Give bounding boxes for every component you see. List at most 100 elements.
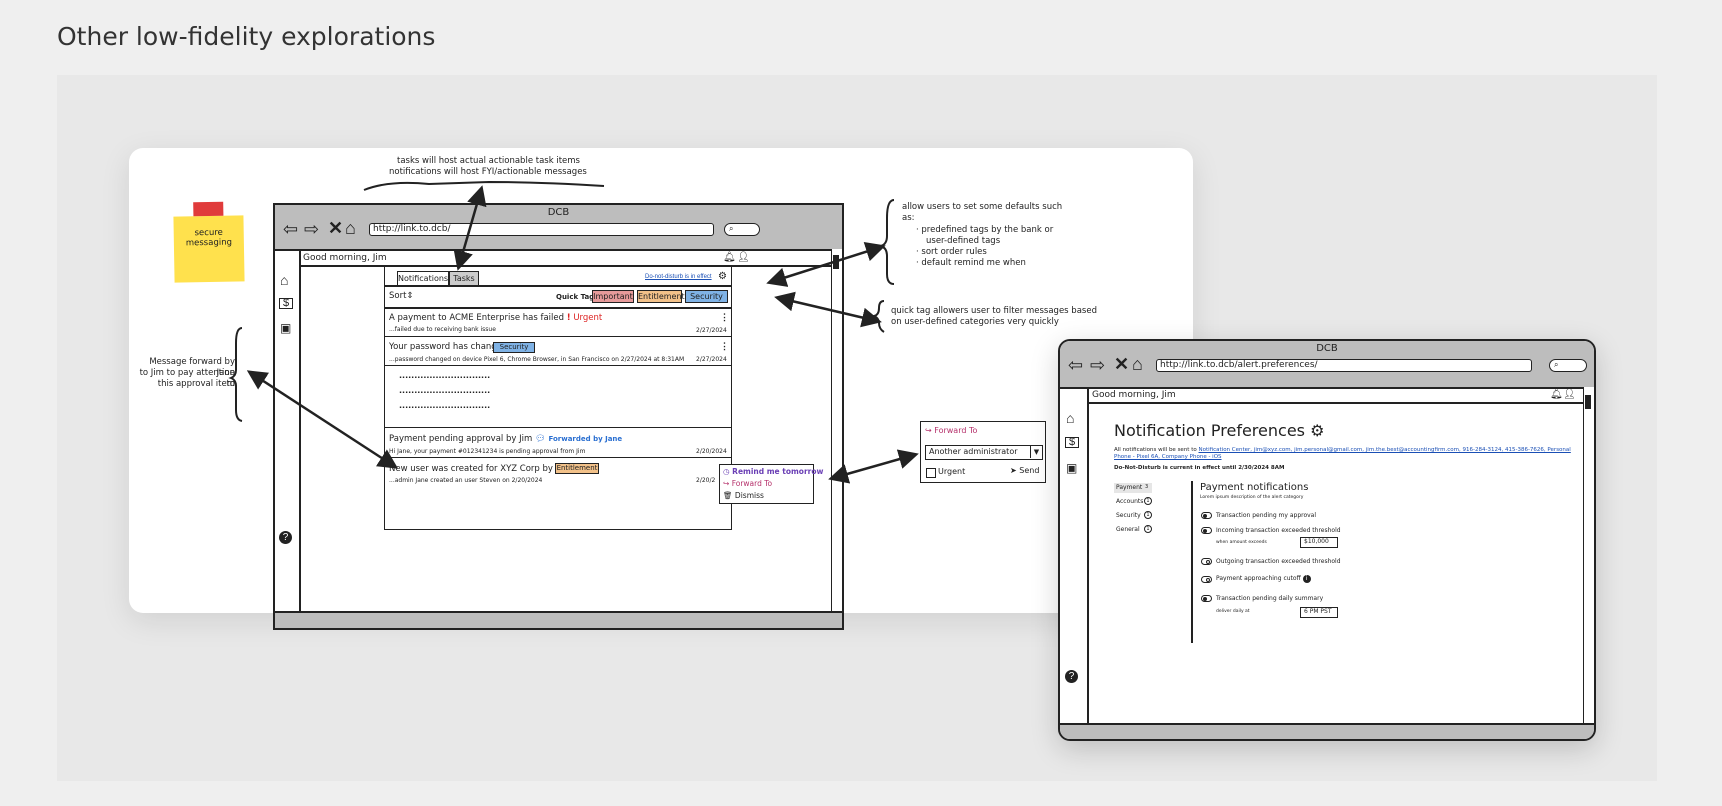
annotation-defaults-item: user-defined tags bbox=[926, 236, 1000, 247]
category-item-accounts[interactable]: Accounts 1 bbox=[1114, 497, 1152, 507]
gear-icon[interactable]: ⚙ bbox=[1310, 421, 1324, 440]
close-x-icon[interactable]: ✕ bbox=[328, 219, 343, 237]
category-count: 1 bbox=[1144, 497, 1152, 505]
more-options-icon[interactable]: ⋮ bbox=[720, 341, 729, 352]
setting-label-text: Payment approaching cutoff bbox=[1216, 575, 1301, 582]
search-field[interactable]: ⌕ bbox=[1549, 359, 1587, 372]
quick-tag-security[interactable]: Security bbox=[685, 290, 728, 303]
help-icon[interactable]: ? bbox=[1065, 670, 1078, 683]
delivery-time-input[interactable]: 6 PM PST bbox=[1300, 607, 1338, 618]
forward-arrow-icon[interactable]: ⇨ bbox=[1090, 356, 1105, 374]
setting-label: Payment approaching cutoff i bbox=[1216, 575, 1311, 583]
placeholder-dots: .............................. bbox=[399, 371, 491, 380]
toggle-pending-approval[interactable] bbox=[1201, 512, 1212, 519]
window-title: DCB bbox=[547, 207, 570, 218]
message-snippet: ...admin Jane created an user Steven on … bbox=[389, 477, 543, 484]
money-icon[interactable]: $ bbox=[1065, 437, 1079, 448]
message-title-text: New user was created for XYZ Corp by Jan… bbox=[389, 464, 574, 474]
category-label: Payment bbox=[1116, 484, 1143, 491]
setting-label: Transaction pending daily summary bbox=[1216, 595, 1324, 602]
send-button-label: Send bbox=[1019, 466, 1040, 475]
category-item-general[interactable]: General 1 bbox=[1114, 525, 1152, 535]
menu-item-forward-label: Forward To bbox=[731, 479, 773, 488]
setting-label: Transaction pending my approval bbox=[1216, 512, 1317, 519]
money-icon[interactable]: $ bbox=[279, 298, 293, 309]
sort-control[interactable]: Sort⇕ bbox=[389, 291, 414, 301]
annotation-defaults-1: allow users to set some defaults such bbox=[902, 202, 1063, 212]
send-button[interactable]: ➤ Send bbox=[1010, 466, 1039, 475]
toggle-cutoff[interactable] bbox=[1201, 576, 1212, 583]
user-icon[interactable]: 👤︎ bbox=[737, 252, 750, 263]
message-item[interactable]: New user was created for XYZ Corp by Jan… bbox=[385, 458, 730, 485]
url-bar[interactable]: http://link.to.dcb/ bbox=[369, 223, 714, 236]
forward-popup-title-text: Forward To bbox=[934, 426, 978, 435]
annotation-forward-3: this approval item bbox=[157, 379, 235, 389]
category-item-payment[interactable]: Payment 3 bbox=[1114, 483, 1152, 493]
back-arrow-icon[interactable]: ⇦ bbox=[283, 220, 298, 238]
send-icon: ➤ bbox=[1010, 466, 1017, 475]
user-icon[interactable]: 👤︎ bbox=[1563, 389, 1576, 400]
delivery-time-label: deliver daily at bbox=[1216, 609, 1250, 614]
sticky-note: secure messaging bbox=[173, 201, 245, 283]
menu-item-dismiss[interactable]: 🗑︎ Dismiss bbox=[723, 491, 764, 500]
browser-window-messaging: DCB ⇦ ⇨ ✕ ⌂ http://link.to.dcb/ ⌕ ⌂ $ ▣ … bbox=[273, 203, 844, 630]
home-outline-icon[interactable]: ⌂ bbox=[345, 219, 356, 237]
close-x-icon[interactable]: ✕ bbox=[1114, 355, 1129, 373]
scroll-thumb[interactable] bbox=[1585, 395, 1591, 409]
tab-notifications[interactable]: Notifications bbox=[397, 271, 449, 286]
scrollbar[interactable] bbox=[831, 249, 842, 611]
message-snippet: ...password changed on device Pixel 6, C… bbox=[389, 356, 685, 363]
gear-icon[interactable]: ⚙ bbox=[718, 271, 727, 282]
category-item-security[interactable]: Security 1 bbox=[1114, 511, 1152, 521]
forward-arrow-icon[interactable]: ⇨ bbox=[304, 220, 319, 238]
quick-tag-important[interactable]: Important bbox=[592, 290, 634, 303]
tab-tasks[interactable]: Tasks bbox=[449, 271, 479, 285]
notification-panel: Notifications Tasks Do-not-disturb is in… bbox=[384, 266, 732, 530]
url-bar[interactable]: http://link.to.dcb/alert.preferences/ bbox=[1156, 359, 1532, 372]
toggle-daily-summary[interactable] bbox=[1201, 595, 1212, 602]
urgent-checkbox[interactable] bbox=[926, 468, 936, 478]
info-icon[interactable]: i bbox=[1302, 575, 1311, 583]
status-bar bbox=[275, 611, 842, 628]
message-date: 2/27/2024 bbox=[696, 327, 727, 334]
back-arrow-icon[interactable]: ⇦ bbox=[1068, 356, 1083, 374]
message-item[interactable]: Payment pending approval by Jim 💬︎ Forwa… bbox=[385, 428, 730, 456]
toggle-outgoing-threshold[interactable] bbox=[1201, 558, 1212, 565]
forward-share-icon: ↪ bbox=[925, 426, 932, 435]
forward-popup: ↪ Forward To Another administrator ▼ Urg… bbox=[920, 421, 1046, 483]
briefcase-icon[interactable]: ▣ bbox=[1066, 459, 1077, 477]
sort-arrows-icon: ⇕ bbox=[406, 291, 414, 301]
home-icon[interactable]: ⌂ bbox=[280, 271, 288, 289]
home-icon[interactable]: ⌂ bbox=[1066, 409, 1074, 427]
recipient-select[interactable]: Another administrator ▼ bbox=[925, 445, 1043, 460]
preferences-heading-text: Notification Preferences bbox=[1114, 421, 1305, 440]
home-outline-icon[interactable]: ⌂ bbox=[1132, 355, 1143, 373]
security-tag: Security bbox=[493, 342, 535, 353]
quick-tag-entitlement[interactable]: Entitlement bbox=[637, 290, 685, 303]
message-item[interactable]: Your password has changed Security ...pa… bbox=[385, 337, 730, 364]
sticky-tape bbox=[193, 201, 224, 217]
placeholder-dots: .............................. bbox=[399, 386, 491, 395]
dnd-link[interactable]: Do-not-disturb is in effect bbox=[645, 274, 712, 280]
message-title-text: Your password has changed bbox=[389, 342, 508, 352]
tabs-divider bbox=[385, 285, 731, 287]
briefcase-icon[interactable]: ▣ bbox=[280, 319, 291, 337]
annotation-quicktag-1: quick tag allowers user to filter messag… bbox=[891, 306, 1097, 316]
category-divider bbox=[1191, 481, 1193, 643]
more-options-icon[interactable]: ⋮ bbox=[720, 312, 729, 323]
message-item[interactable]: A payment to ACME Enterprise has failed … bbox=[385, 308, 730, 335]
bell-icon[interactable]: 🔔︎ bbox=[723, 252, 736, 263]
help-icon[interactable]: ? bbox=[279, 531, 292, 544]
scrollbar[interactable] bbox=[1583, 387, 1594, 723]
menu-item-forward[interactable]: ↪ Forward To bbox=[723, 479, 772, 488]
annotation-defaults-item-text: sort order rules bbox=[921, 247, 987, 257]
quick-tag-label: Quick Tag: bbox=[556, 293, 597, 301]
toggle-incoming-threshold[interactable] bbox=[1201, 527, 1212, 534]
search-field[interactable]: ⌕ bbox=[724, 223, 760, 236]
page-title: Other low-fidelity explorations bbox=[57, 22, 436, 51]
menu-item-remind[interactable]: ◷ Remind me tomorrow bbox=[723, 467, 823, 476]
bell-icon[interactable]: 🔔︎ bbox=[1550, 389, 1563, 400]
scroll-thumb[interactable] bbox=[833, 255, 839, 269]
threshold-input[interactable]: $10,000 bbox=[1300, 537, 1338, 548]
annotation-quicktag-2: on user-defined categories very quickly bbox=[891, 317, 1059, 327]
